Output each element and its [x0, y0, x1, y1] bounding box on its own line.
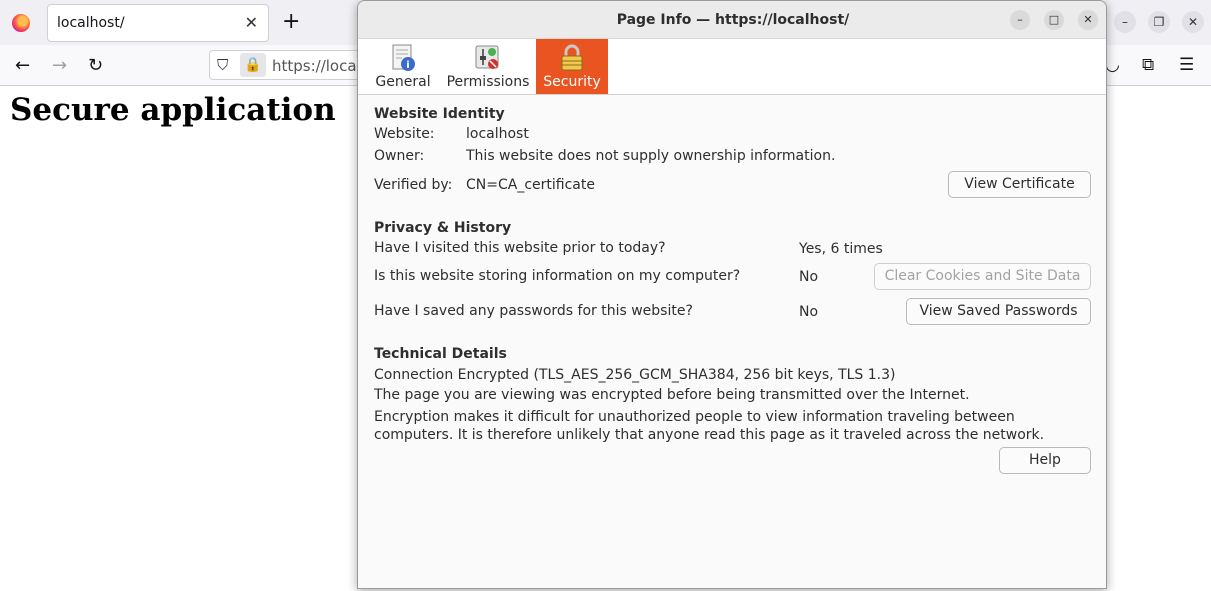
tab-general[interactable]: i General — [374, 39, 432, 94]
dialog-tab-toolbar: i General Permissions Security — [358, 39, 1106, 95]
browser-tab[interactable]: localhost/ ✕ — [47, 4, 269, 42]
visited-answer: Yes, 6 times — [799, 241, 883, 257]
extensions-icon[interactable]: ⧉ — [1142, 55, 1154, 75]
encryption-line-1: The page you are viewing was encrypted b… — [374, 387, 970, 403]
owner-value: This website does not supply ownership i… — [466, 148, 836, 164]
help-button[interactable]: Help — [999, 447, 1091, 474]
tab-security[interactable]: Security — [536, 39, 608, 94]
tab-close-icon[interactable]: ✕ — [245, 13, 258, 32]
pocket-icon[interactable]: ◡ — [1105, 55, 1120, 75]
dialog-title: Page Info — https://localhost/ — [616, 12, 850, 28]
new-tab-button[interactable]: + — [282, 9, 300, 34]
lock-icon[interactable]: 🔒 — [240, 53, 266, 77]
tab-title: localhost/ — [57, 15, 125, 31]
permissions-icon — [475, 45, 499, 69]
connection-status: Connection Encrypted (TLS_AES_256_GCM_SH… — [374, 367, 896, 383]
verified-by-label: Verified by: — [374, 177, 453, 193]
dialog-minimize-icon[interactable]: – — [1010, 10, 1030, 30]
restore-icon[interactable]: ❐ — [1148, 11, 1170, 33]
technical-details-heading: Technical Details — [374, 346, 507, 362]
forward-icon[interactable]: → — [52, 55, 67, 76]
minimize-icon[interactable]: – — [1114, 11, 1136, 33]
storing-answer: No — [799, 269, 819, 285]
security-lock-icon — [561, 44, 583, 71]
menu-icon[interactable]: ☰ — [1179, 55, 1194, 75]
url-text: https://local — [272, 57, 361, 75]
reload-icon[interactable]: ↻ — [88, 55, 103, 76]
dialog-titlebar[interactable]: Page Info — https://localhost/ – □ ✕ — [358, 1, 1106, 39]
firefox-logo-icon[interactable] — [12, 14, 30, 32]
encryption-line-2: Encryption makes it difficult for unauth… — [374, 409, 1045, 443]
verified-by-value: CN=CA_certificate — [466, 177, 595, 193]
close-window-icon[interactable]: ✕ — [1182, 11, 1204, 33]
page-info-dialog: Page Info — https://localhost/ – □ ✕ i G… — [357, 0, 1107, 589]
tab-general-label: General — [375, 74, 431, 90]
privacy-history-heading: Privacy & History — [374, 220, 512, 236]
passwords-question: Have I saved any passwords for this webs… — [374, 303, 693, 319]
owner-label: Owner: — [374, 148, 425, 164]
tab-security-label: Security — [543, 74, 601, 90]
visited-question: Have I visited this website prior to tod… — [374, 240, 666, 256]
dialog-maximize-icon[interactable]: □ — [1044, 10, 1064, 30]
website-value: localhost — [466, 126, 529, 142]
storing-question: Is this website storing information on m… — [374, 268, 741, 284]
svg-text:i: i — [406, 60, 409, 71]
website-label: Website: — [374, 126, 435, 142]
passwords-answer: No — [799, 304, 819, 320]
back-icon[interactable]: ← — [15, 55, 30, 76]
dialog-close-icon[interactable]: ✕ — [1078, 10, 1098, 30]
tab-permissions-label: Permissions — [446, 74, 530, 90]
page-heading: Secure application — [10, 92, 336, 128]
general-info-icon: i — [392, 44, 415, 71]
view-saved-passwords-button[interactable]: View Saved Passwords — [906, 298, 1091, 325]
view-certificate-button[interactable]: View Certificate — [948, 171, 1091, 198]
shield-icon[interactable]: ⛉ — [217, 56, 228, 74]
website-identity-heading: Website Identity — [374, 106, 505, 122]
tab-permissions[interactable]: Permissions — [446, 39, 530, 94]
clear-cookies-button[interactable]: Clear Cookies and Site Data — [874, 263, 1091, 290]
security-panel: Website Identity Website: localhost Owne… — [358, 96, 1106, 588]
